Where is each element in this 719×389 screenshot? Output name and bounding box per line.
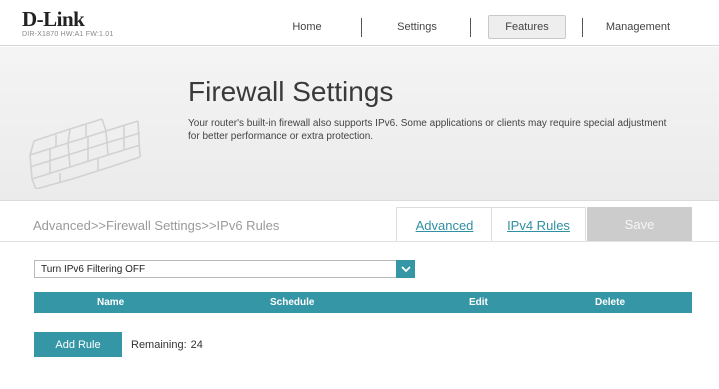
save-button[interactable]: Save [587, 207, 692, 242]
select-value: Turn IPv6 Filtering OFF [41, 264, 146, 275]
remaining-label: Remaining: [131, 339, 187, 351]
column-schedule: Schedule [270, 297, 315, 308]
column-name: Name [97, 297, 125, 308]
page-title: Firewall Settings [188, 76, 394, 107]
column-edit: Edit [469, 297, 488, 308]
page-banner: Firewall Settings Your router's built-in… [0, 47, 719, 201]
rules-table-header: Name Schedule Edit Delete [34, 292, 692, 313]
nav-home[interactable]: Home [270, 15, 344, 39]
top-header: D-Link DIR-X1870 HW:A1 FW:1.01 Home Sett… [0, 0, 719, 46]
nav-separator [582, 18, 583, 37]
model-info: DIR-X1870 HW:A1 FW:1.01 [22, 31, 114, 38]
nav-separator [361, 18, 362, 37]
remaining-count: 24 [190, 339, 203, 351]
dlink-logo[interactable]: D-Link [22, 9, 85, 30]
column-delete: Delete [595, 297, 626, 308]
remaining-rules: Remaining: 24 [131, 339, 203, 351]
toolbar-divider [0, 241, 719, 242]
brick-wall-icon [29, 118, 141, 189]
ipv6-filtering-select[interactable]: Turn IPv6 Filtering OFF [34, 260, 415, 278]
nav-management[interactable]: Management [593, 15, 683, 39]
chevron-down-icon[interactable] [396, 260, 415, 278]
nav-settings[interactable]: Settings [380, 15, 454, 39]
page-description: Your router's built-in firewall also sup… [188, 118, 667, 142]
add-rule-button[interactable]: Add Rule [34, 332, 122, 357]
breadcrumb: Advanced>>Firewall Settings>>IPv6 Rules [33, 218, 280, 233]
advanced-link[interactable]: Advanced [396, 207, 492, 242]
ipv4-rules-link[interactable]: IPv4 Rules [491, 207, 586, 242]
nav-separator [470, 18, 471, 37]
nav-features[interactable]: Features [488, 15, 566, 39]
